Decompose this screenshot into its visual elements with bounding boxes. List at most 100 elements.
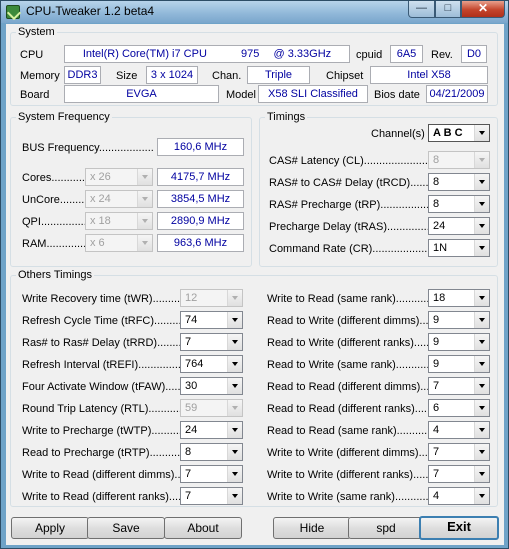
cas-latency-value: 8: [433, 154, 440, 166]
system-frequency-legend: System Frequency: [18, 111, 110, 123]
trcd-select[interactable]: 8: [428, 173, 490, 191]
uncore-multiplier-value: x 24: [90, 193, 111, 205]
uncore-multiplier-select[interactable]: x 24: [85, 190, 153, 208]
memory-label: Memory: [20, 70, 60, 82]
trefi-value: 764: [185, 358, 204, 370]
wtr-diff-dimms-select[interactable]: 7: [180, 465, 243, 483]
chevron-down-icon: [137, 169, 152, 185]
trcd-label: RAS# to CAS# Delay (tRCD).........: [269, 177, 438, 189]
rtl-select[interactable]: 59: [180, 399, 243, 417]
rtr-diff-ranks-select[interactable]: 6: [428, 399, 490, 417]
cpu-frequency: @ 3.33GHz: [273, 48, 332, 60]
cas-latency-label: CAS# Latency (CL)......................: [269, 155, 431, 167]
main-panel: System CPU Intel(R) Core(TM) i7 CPU 975 …: [6, 24, 504, 545]
cas-latency-select[interactable]: 8: [428, 151, 490, 169]
rtw-diff-ranks-label: Read to Write (different ranks)......: [267, 337, 433, 349]
trefi-label: Refresh Interval (tREFI)...............: [22, 359, 184, 371]
tfaw-value: 30: [185, 380, 198, 392]
command-rate-select[interactable]: 1N: [428, 239, 490, 257]
tfaw-select[interactable]: 30: [180, 377, 243, 395]
rtr-same-rank-select[interactable]: 4: [428, 421, 490, 439]
bios-date-label: Bios date: [374, 89, 420, 101]
trp-value: 8: [433, 198, 440, 210]
wtw-diff-dimms-select[interactable]: 7: [428, 443, 490, 461]
rtw-diff-ranks-value: 9: [433, 336, 440, 348]
title-bar[interactable]: CPU-Tweaker 1.2 beta4 — □ ✕: [1, 1, 508, 23]
cpu-label: CPU: [20, 49, 44, 61]
command-rate-value: 1N: [433, 242, 448, 254]
rev-label: Rev.: [431, 49, 453, 61]
qpi-label: QPI...............: [22, 216, 87, 228]
rtw-same-rank-select[interactable]: 9: [428, 355, 490, 373]
twr-label: Write Recovery time (tWR)..........: [22, 293, 184, 305]
minimize-button[interactable]: —: [408, 1, 435, 18]
trrd-select[interactable]: 7: [180, 333, 243, 351]
ram-multiplier-select[interactable]: x 6: [85, 234, 153, 252]
system-legend: System: [18, 26, 55, 38]
trtp-label: Read to Precharge (tRTP)............: [22, 447, 187, 459]
exit-button[interactable]: Exit: [419, 516, 499, 540]
others-timings-legend: Others Timings: [18, 269, 92, 281]
rtr-diff-ranks-value: 6: [433, 402, 440, 414]
twtp-select[interactable]: 24: [180, 421, 243, 439]
bus-frequency-field: 160,6 MHz: [157, 138, 244, 156]
chevron-down-icon: [227, 312, 242, 328]
chevron-down-icon: [227, 466, 242, 482]
maximize-button[interactable]: □: [435, 1, 461, 18]
chevron-down-icon: [474, 290, 489, 306]
chevron-down-icon: [474, 125, 489, 141]
trefi-select[interactable]: 764: [180, 355, 243, 373]
chevron-down-icon: [227, 488, 242, 504]
trrd-label: Ras# to Ras# Delay (tRRD)...........: [22, 337, 191, 349]
rtw-diff-dimms-value: 9: [433, 314, 440, 326]
channels-select[interactable]: A B C: [428, 124, 490, 142]
hide-button[interactable]: Hide: [273, 517, 351, 539]
tras-select[interactable]: 24: [428, 217, 490, 235]
wtr-diff-ranks-select[interactable]: 7: [180, 487, 243, 505]
close-button[interactable]: ✕: [461, 1, 505, 18]
wtw-diff-ranks-select[interactable]: 7: [428, 465, 490, 483]
memory-type-field: DDR3: [64, 66, 101, 84]
trtp-select[interactable]: 8: [180, 443, 243, 461]
about-button[interactable]: About: [164, 517, 242, 539]
trfc-select[interactable]: 74: [180, 311, 243, 329]
rtr-diff-ranks-label: Read to Read (different ranks)......: [267, 403, 434, 415]
chevron-down-icon: [474, 196, 489, 212]
chevron-down-icon: [227, 356, 242, 372]
trtp-value: 8: [185, 446, 192, 458]
wtr-diff-dimms-label: Write to Read (different dimms)...: [22, 469, 184, 481]
trp-select[interactable]: 8: [428, 195, 490, 213]
timings-legend: Timings: [267, 111, 306, 123]
channels-select-label: Channel(s): [371, 128, 425, 140]
cpu-name: Intel(R) Core(TM) i7 CPU: [82, 48, 207, 60]
wtr-same-rank-select[interactable]: 18: [428, 289, 490, 307]
rtl-value: 59: [185, 402, 198, 414]
chevron-down-icon: [474, 312, 489, 328]
twtp-value: 24: [185, 424, 198, 436]
rtr-diff-dimms-select[interactable]: 7: [428, 377, 490, 395]
rev-field: D0: [461, 45, 487, 63]
apply-button[interactable]: Apply: [11, 517, 89, 539]
chevron-down-icon: [137, 213, 152, 229]
model-label: Model: [226, 89, 256, 101]
save-button[interactable]: Save: [87, 517, 165, 539]
wtr-diff-dimms-value: 7: [185, 468, 192, 480]
qpi-frequency-field: 2890,9 MHz: [157, 212, 244, 230]
rtw-same-rank-label: Read to Write (same rank)..............: [267, 359, 439, 371]
qpi-multiplier-select[interactable]: x 18: [85, 212, 153, 230]
chevron-down-icon: [474, 152, 489, 168]
cores-multiplier-select[interactable]: x 26: [85, 168, 153, 186]
spd-button[interactable]: spd: [348, 517, 424, 539]
rtw-diff-ranks-select[interactable]: 9: [428, 333, 490, 351]
cpuid-label: cpuid: [356, 49, 383, 61]
chevron-down-icon: [227, 378, 242, 394]
tras-label: Precharge Delay (tRAS)..............: [269, 221, 430, 233]
rtw-diff-dimms-select[interactable]: 9: [428, 311, 490, 329]
wtr-same-rank-value: 18: [433, 292, 446, 304]
uncore-frequency-field: 3854,5 MHz: [157, 190, 244, 208]
wtr-diff-ranks-label: Write to Read (different ranks)....: [22, 491, 182, 503]
twr-select[interactable]: 12: [180, 289, 243, 307]
app-icon: [6, 5, 20, 19]
wtw-same-rank-select[interactable]: 4: [428, 487, 490, 505]
chevron-down-icon: [137, 235, 152, 251]
